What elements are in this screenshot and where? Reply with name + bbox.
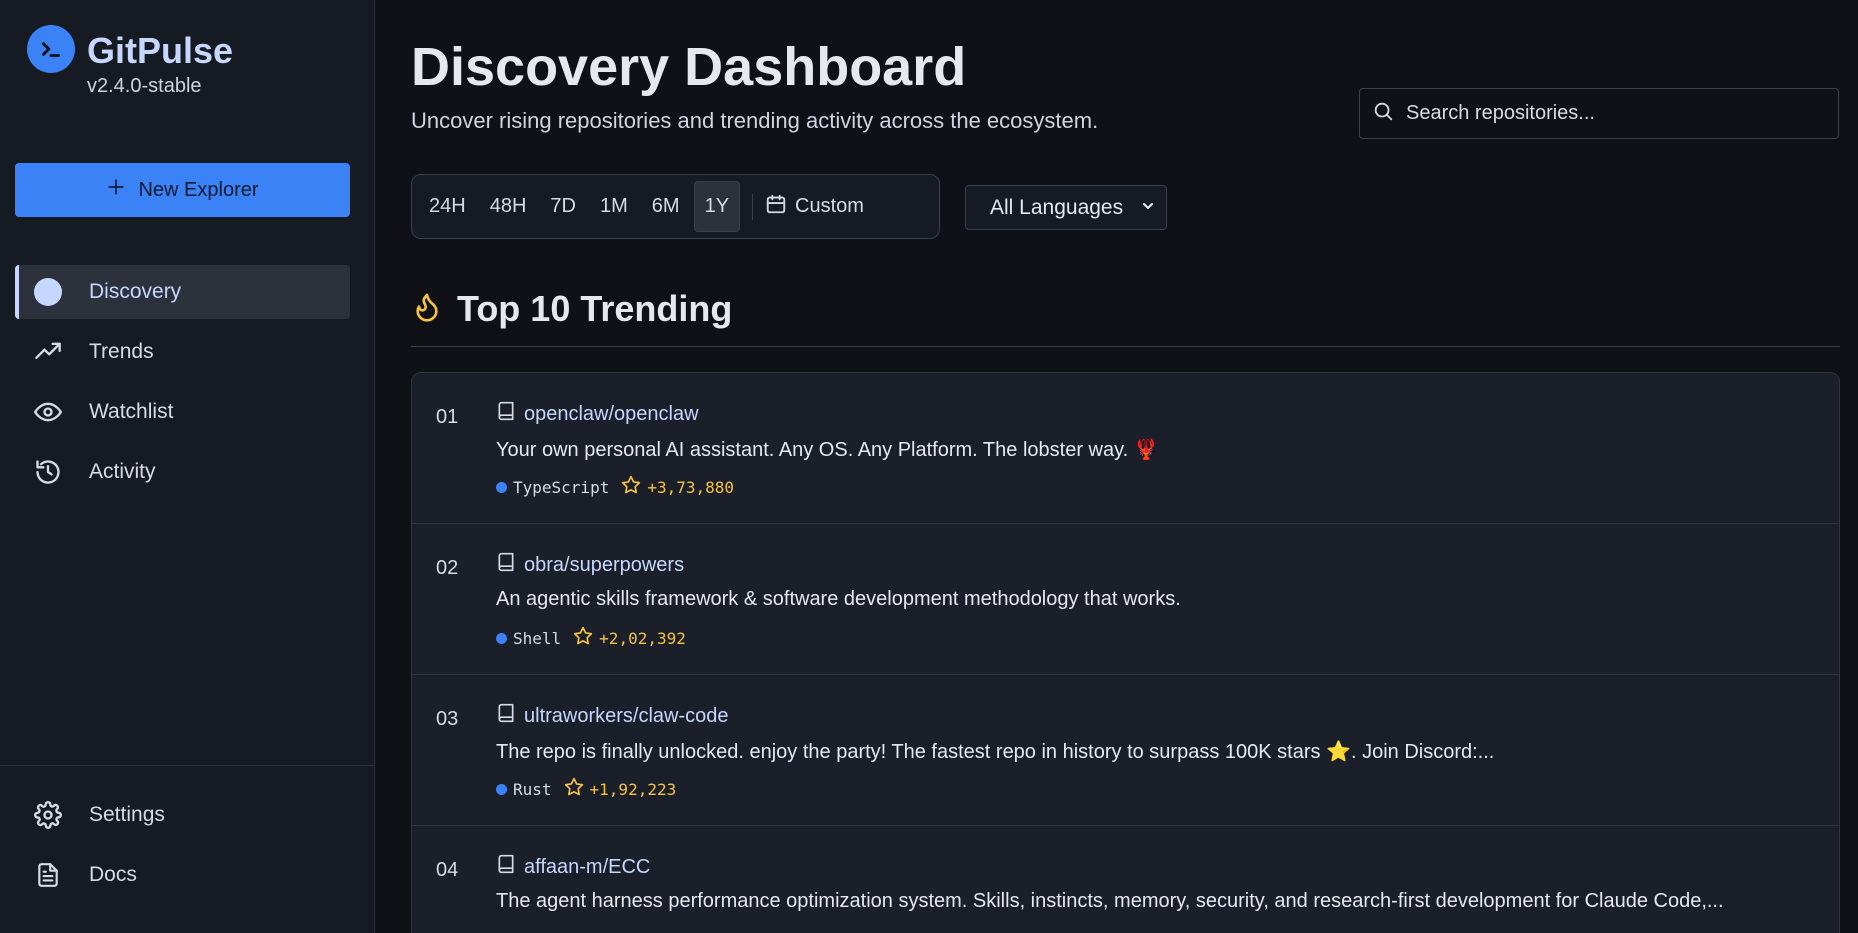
page-subtitle: Uncover rising repositories and trending… [411,108,1099,133]
star-icon [621,475,641,499]
range-7d-button[interactable]: 7D [540,181,586,232]
sidebar-item-discovery[interactable]: Discovery [15,265,350,319]
repo-name: ultraworkers/claw-code [524,704,729,727]
repo-link[interactable]: obra/superpowers [496,551,684,579]
sidebar-nav: Discovery Trends Watchlist Activity [15,265,350,505]
document-icon [33,860,63,890]
repo-link[interactable]: affaan-m/ECC [496,853,650,881]
repo-name: affaan-m/ECC [524,855,651,878]
app-root: GitPulse v2.4.0-stable New Explorer Disc… [0,0,1858,933]
chevron-down-icon [1140,196,1156,220]
sidebar: GitPulse v2.4.0-stable New Explorer Disc… [0,0,375,933]
gear-icon [33,800,63,830]
repo-row[interactable]: 03 ultraworkers/claw-code The repo is fi… [412,675,1839,826]
repo-row[interactable]: 01 openclaw/openclaw Your own personal A… [412,373,1839,524]
main-content: Discovery Dashboard Uncover rising repos… [375,0,1858,933]
sidebar-item-label: Docs [89,863,137,886]
sidebar-item-label: Watchlist [89,400,174,423]
repo-row[interactable]: 04 affaan-m/ECC The agent harness perfor… [412,826,1839,933]
brand-version: v2.4.0-stable [87,75,202,97]
range-1y-button[interactable]: 1Y [693,181,741,232]
sidebar-item-label: Settings [89,803,165,826]
section-title: Top 10 Trending [457,288,733,329]
language-select-value: All Languages [990,195,1124,219]
brand[interactable]: GitPulse v2.4.0-stable [27,25,233,98]
sidebar-item-trends[interactable]: Trends [15,325,350,379]
range-divider [752,193,754,220]
history-icon [33,457,63,487]
sidebar-item-label: Activity [89,460,156,483]
search-icon [1372,100,1394,127]
repo-rank: 02 [436,557,459,579]
language-select[interactable]: All Languages [965,185,1167,230]
repo-meta: TypeScript +3,73,880 [496,475,734,499]
repo-stars: +3,73,880 [647,477,735,497]
sidebar-item-docs[interactable]: Docs [15,848,350,902]
book-icon [496,853,516,881]
range-6m-button[interactable]: 6M [642,181,690,232]
repo-row[interactable]: 02 obra/superpowers An agentic skills fr… [412,524,1839,675]
flame-icon [411,289,443,330]
eye-icon [33,397,63,427]
repo-stars: +2,02,392 [599,628,686,648]
repo-meta: Shell +2,02,392 [496,626,686,650]
sidebar-item-watchlist[interactable]: Watchlist [15,385,350,439]
repo-meta: Rust +1,92,223 [496,777,676,801]
custom-range-button[interactable]: Custom [765,193,864,221]
repo-language: Shell [513,628,562,648]
range-48h-button[interactable]: 48H [480,181,537,232]
repo-name: openclaw/openclaw [524,402,699,425]
plus-icon [106,177,126,203]
language-dot [496,632,507,644]
range-24h-button[interactable]: 24H [419,181,476,232]
star-icon [564,777,584,801]
repo-stars: +1,92,223 [589,779,677,799]
trending-up-icon [33,337,63,367]
repo-language: TypeScript [513,477,610,497]
search-box [1359,88,1839,139]
sidebar-item-settings[interactable]: Settings [15,788,350,842]
book-icon [496,551,516,579]
new-explorer-button[interactable]: New Explorer [15,163,350,217]
repo-name: obra/superpowers [524,553,685,576]
dot-icon [33,277,63,307]
repo-rank: 01 [436,406,459,428]
calendar-icon [765,193,787,221]
repo-rank: 03 [436,708,459,730]
language-dot [496,783,507,795]
new-explorer-label: New Explorer [138,178,259,201]
search-input[interactable] [1406,102,1826,125]
repo-language: Rust [513,779,552,799]
brand-name: GitPulse [87,30,234,71]
repo-list: 01 openclaw/openclaw Your own personal A… [411,372,1840,933]
repo-description: The agent harness performance optimizati… [496,890,1724,912]
book-icon [496,400,516,428]
repo-description: Your own personal AI assistant. Any OS. … [496,439,1159,461]
repo-link[interactable]: ultraworkers/claw-code [496,702,729,730]
repo-description: An agentic skills framework & software d… [496,588,1181,610]
time-range-selector: 24H 48H 7D 1M 6M 1Y Custom [411,174,940,239]
repo-description: The repo is finally unlocked. enjoy the … [496,741,1495,763]
section-divider [411,346,1840,347]
page-title: Discovery Dashboard [411,37,967,97]
custom-range-label: Custom [795,195,864,217]
language-dot [496,481,507,493]
sidebar-footer: Settings Docs [0,765,374,908]
sidebar-item-label: Discovery [89,280,182,303]
sidebar-item-label: Trends [89,340,154,363]
terminal-icon [27,25,75,73]
range-1m-button[interactable]: 1M [590,181,638,232]
star-icon [573,626,593,650]
section-header: Top 10 Trending [411,288,732,330]
book-icon [496,702,516,730]
repo-link[interactable]: openclaw/openclaw [496,400,699,428]
sidebar-item-activity[interactable]: Activity [15,445,350,499]
repo-rank: 04 [436,859,459,881]
